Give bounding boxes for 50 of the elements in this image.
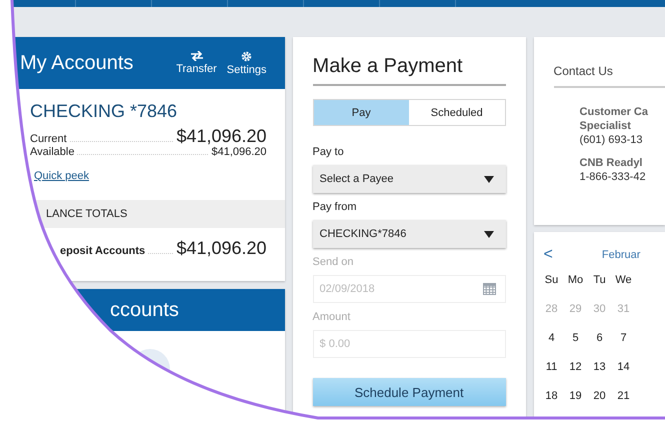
calendar-day[interactable]: 11 bbox=[540, 359, 564, 376]
balance-amount: $41,096.20 bbox=[176, 126, 267, 146]
calendar-day[interactable]: 21 bbox=[612, 388, 636, 405]
contact-name: CNB Readyl bbox=[580, 156, 644, 170]
header-action-button[interactable]: Settings bbox=[226, 50, 267, 76]
caret-icon bbox=[484, 230, 494, 238]
dropdown[interactable]: CHECKING*7846 bbox=[312, 220, 506, 248]
balance-label: Current bbox=[30, 133, 67, 145]
card-title: Make a Payment bbox=[312, 55, 506, 86]
previous-month-button[interactable]: < bbox=[540, 246, 557, 264]
totals-heading: LANCE TOTALS bbox=[46, 208, 128, 220]
calendar-day[interactable]: 14 bbox=[612, 359, 636, 376]
weekday-label: Tu bbox=[592, 273, 607, 288]
card-title: My Accounts bbox=[20, 52, 134, 74]
transfer-icon bbox=[190, 50, 202, 60]
balance-amount: $41,096.20 bbox=[211, 146, 267, 158]
calendar-icon bbox=[482, 283, 496, 295]
schedule-payment-button[interactable]: Schedule Payment bbox=[312, 378, 506, 406]
contact-name: Specialist bbox=[580, 119, 632, 133]
quick-peek-link[interactable]: Quick peek bbox=[34, 170, 90, 182]
settings-icon bbox=[241, 50, 252, 62]
totals-amount: $41,096.20 bbox=[176, 238, 267, 259]
calendar-day[interactable]: 18 bbox=[540, 388, 564, 405]
phone-number: (601) 693-13 bbox=[580, 133, 644, 147]
account-name: CHECKING *7846 bbox=[30, 101, 178, 122]
field-label: Pay from bbox=[312, 201, 358, 213]
contact-name: Customer Ca bbox=[580, 105, 649, 119]
calendar-day[interactable]: 6 bbox=[588, 330, 612, 347]
calendar-day[interactable]: 5 bbox=[564, 330, 588, 347]
weekday-label: We bbox=[614, 273, 633, 288]
header-action-button[interactable]: Transfer bbox=[176, 50, 217, 76]
calendar-day[interactable]: 7 bbox=[612, 330, 636, 347]
month-title: Februar bbox=[602, 249, 640, 261]
field-label: Amount bbox=[312, 311, 352, 323]
field-label: Pay to bbox=[312, 146, 345, 158]
weekday-label: Mo bbox=[566, 273, 584, 288]
calendar-day[interactable]: 12 bbox=[564, 359, 588, 376]
caret-icon bbox=[484, 176, 494, 182]
calendar-day[interactable]: 20 bbox=[588, 388, 612, 405]
calendar-day[interactable]: 13 bbox=[588, 359, 612, 376]
totals-label: eposit Accounts bbox=[60, 245, 146, 257]
calendar-day[interactable]: 4 bbox=[540, 330, 564, 347]
field-label: Send on bbox=[312, 256, 355, 268]
segment-tab[interactable]: Pay bbox=[314, 100, 410, 125]
card-title: ccounts bbox=[110, 298, 179, 322]
balance-label: Available bbox=[30, 146, 74, 158]
calendar-day[interactable]: 19 bbox=[564, 388, 588, 405]
weekday-label: Su bbox=[544, 273, 560, 288]
phone-number: 1-866-333-42 bbox=[580, 170, 647, 184]
dropdown[interactable]: Select a Payee bbox=[312, 165, 506, 193]
